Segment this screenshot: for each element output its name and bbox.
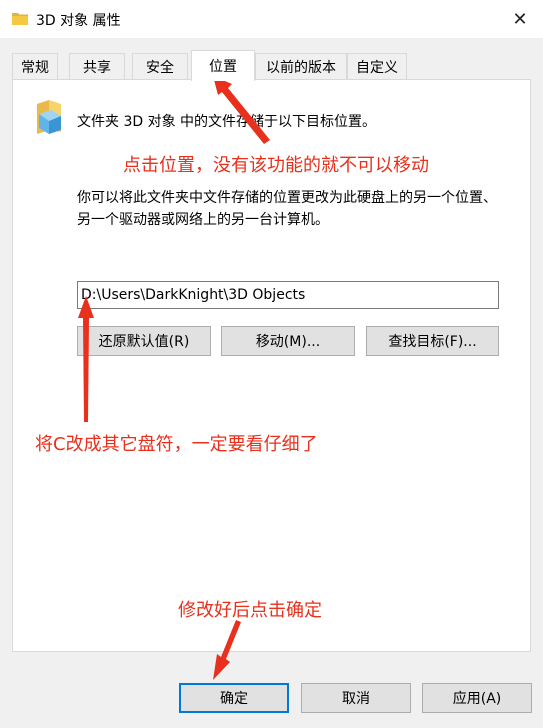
button-label: 确定	[220, 691, 248, 707]
apply-button[interactable]: 应用(A)	[422, 683, 532, 713]
title-bar: 3D 对象 属性 ✕	[0, 0, 543, 38]
tab-label: 位置	[209, 59, 237, 75]
ok-button[interactable]: 确定	[179, 683, 289, 713]
move-button[interactable]: 移动(M)...	[221, 326, 355, 356]
button-label: 移动(M)...	[255, 334, 321, 350]
button-label: 还原默认值(R)	[98, 334, 190, 350]
cancel-button[interactable]: 取消	[301, 683, 411, 713]
annotation-click-location: 点击位置，没有该功能的就不可以移动	[123, 155, 429, 176]
button-label: 取消	[342, 691, 370, 707]
close-button[interactable]: ✕	[497, 0, 543, 38]
button-label: 查找目标(F)...	[388, 334, 477, 350]
restore-default-button[interactable]: 还原默认值(R)	[77, 326, 211, 356]
location-description: 文件夹 3D 对象 中的文件存储于以下目标位置。	[77, 114, 377, 130]
button-label: 应用(A)	[452, 691, 502, 707]
location-help-text: 你可以将此文件夹中文件存储的位置更改为此硬盘上的另一个位置、另一个驱动器或网络上…	[77, 190, 497, 228]
tab-general[interactable]: 常规	[12, 53, 58, 80]
tab-sharing[interactable]: 共享	[69, 53, 125, 80]
folder-icon	[12, 13, 28, 25]
tab-location[interactable]: 位置	[191, 50, 255, 81]
tab-label: 共享	[83, 60, 111, 76]
annotation-confirm-hint: 修改好后点击确定	[178, 600, 322, 621]
location-path-input[interactable]	[77, 281, 499, 309]
annotation-change-drive: 将C改成其它盘符，一定要看仔细了	[35, 434, 318, 455]
tab-security[interactable]: 安全	[132, 53, 188, 80]
folder-3d-icon	[37, 100, 61, 134]
tab-label: 以前的版本	[266, 60, 336, 76]
close-icon: ✕	[512, 8, 528, 30]
tab-label: 安全	[146, 60, 174, 76]
tab-customize[interactable]: 自定义	[347, 53, 407, 80]
find-target-button[interactable]: 查找目标(F)...	[366, 326, 499, 356]
tab-label: 自定义	[356, 60, 398, 76]
window-title: 3D 对象 属性	[36, 13, 121, 29]
tab-label: 常规	[21, 60, 49, 76]
tab-previous-versions[interactable]: 以前的版本	[255, 53, 347, 80]
